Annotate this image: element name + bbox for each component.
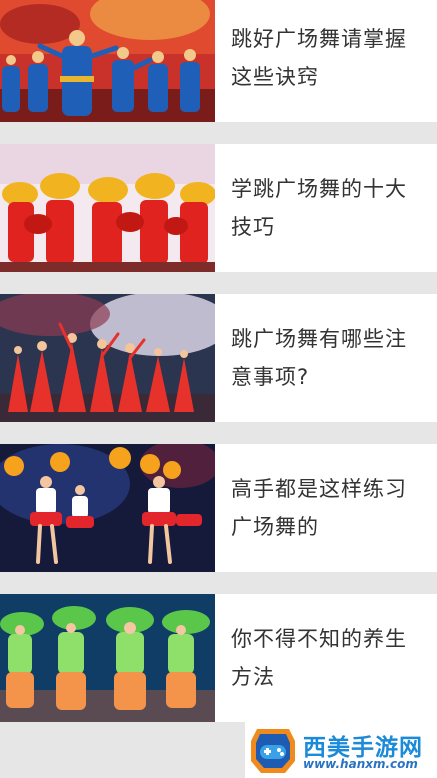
article-card[interactable]: 高手都是这样练习广场舞的 [0,444,437,572]
dancers-red-dress-image [0,294,215,422]
article-title[interactable]: 跳广场舞有哪些注意事项? [231,320,425,396]
article-title[interactable]: 你不得不知的养生方法 [231,620,425,696]
article-card[interactable]: 你不得不知的养生方法 [0,594,437,722]
article-thumbnail[interactable] [0,294,215,422]
article-title-wrap: 高手都是这样练习广场舞的 [215,444,437,572]
dancers-blue-image [0,0,215,122]
article-title-wrap: 你不得不知的养生方法 [215,594,437,722]
article-title-wrap: 跳广场舞有哪些注意事项? [215,294,437,422]
article-title-wrap: 学跳广场舞的十大技巧 [215,144,437,272]
article-thumbnail[interactable] [0,594,215,722]
site-url: www.hanxm.com [303,757,418,771]
article-title-wrap: 跳好广场舞请掌握这些诀窍 [215,0,437,122]
article-title[interactable]: 跳好广场舞请掌握这些诀窍 [231,20,425,96]
dancers-cheerleader-image [0,444,215,572]
site-watermark: 西美手游网 www.hanxm.com [245,722,437,778]
article-thumbnail[interactable] [0,0,215,122]
article-title[interactable]: 学跳广场舞的十大技巧 [231,170,425,246]
gamepad-logo-icon [251,729,295,773]
article-card[interactable]: 学跳广场舞的十大技巧 [0,144,437,272]
article-card[interactable]: 跳广场舞有哪些注意事项? [0,294,437,422]
article-thumbnail[interactable] [0,144,215,272]
article-title[interactable]: 高手都是这样练习广场舞的 [231,470,425,546]
article-thumbnail[interactable] [0,444,215,572]
article-card[interactable]: 跳好广场舞请掌握这些诀窍 [0,0,437,122]
dancers-green-fan-image [0,594,215,722]
dancers-red-fan-image [0,144,215,272]
